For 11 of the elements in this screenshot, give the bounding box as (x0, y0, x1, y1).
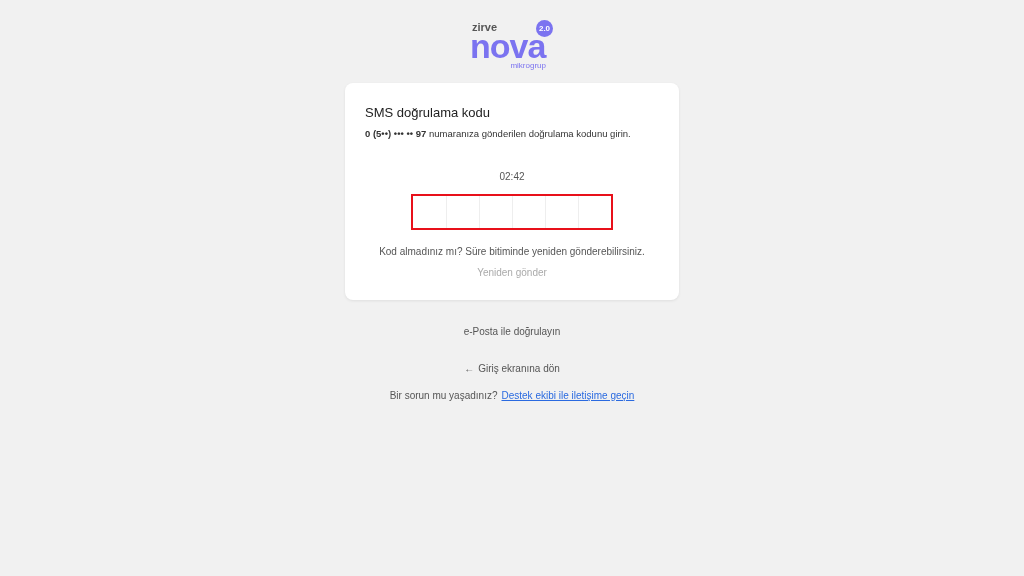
hint-text: Kod almadınız mı? Süre bitiminde yeniden gönderebilirsiniz. (379, 246, 645, 257)
logo-subtitle: mikrogrup (510, 61, 546, 70)
email-verify-link[interactable]: e-Posta ile doğrulayın (463, 326, 561, 337)
back-link[interactable]: ← Giriş ekranına dön (464, 363, 560, 374)
support-link[interactable]: Destek ekibi ile iletişime geçin (501, 390, 635, 401)
instruction-text: 0 (5••) ••• •• 97 numaranıza gönderilen doğrulama kodunu girin. (365, 128, 632, 139)
version-badge: 2.0 (536, 20, 553, 37)
support-text: Bir sorun mu yaşadınız? (389, 390, 498, 401)
logo-top-text: zirve (472, 22, 498, 33)
card-title: SMS doğrulama kodu (365, 105, 491, 120)
countdown-timer: 02:42 (499, 171, 525, 182)
